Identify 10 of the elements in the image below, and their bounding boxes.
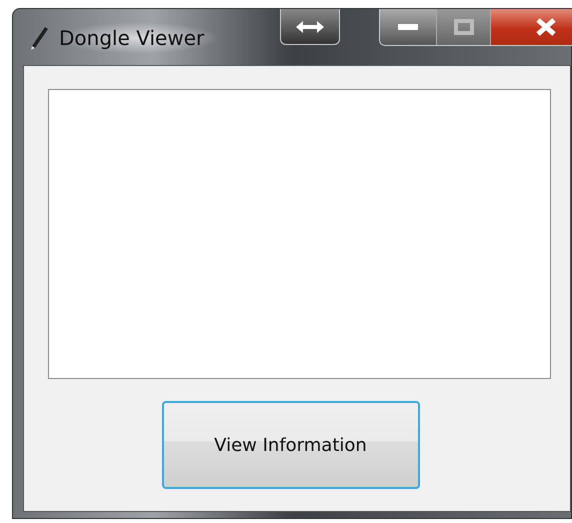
pen-icon — [29, 26, 49, 52]
double-arrow-icon — [294, 18, 326, 34]
resize-button[interactable] — [280, 9, 340, 45]
close-button[interactable] — [491, 9, 572, 45]
view-information-button[interactable]: View Information — [162, 401, 420, 489]
minimize-button[interactable] — [380, 9, 437, 45]
maximize-icon — [454, 19, 474, 35]
minimize-icon — [398, 24, 418, 30]
close-icon — [535, 18, 557, 36]
maximize-button[interactable] — [437, 9, 491, 45]
